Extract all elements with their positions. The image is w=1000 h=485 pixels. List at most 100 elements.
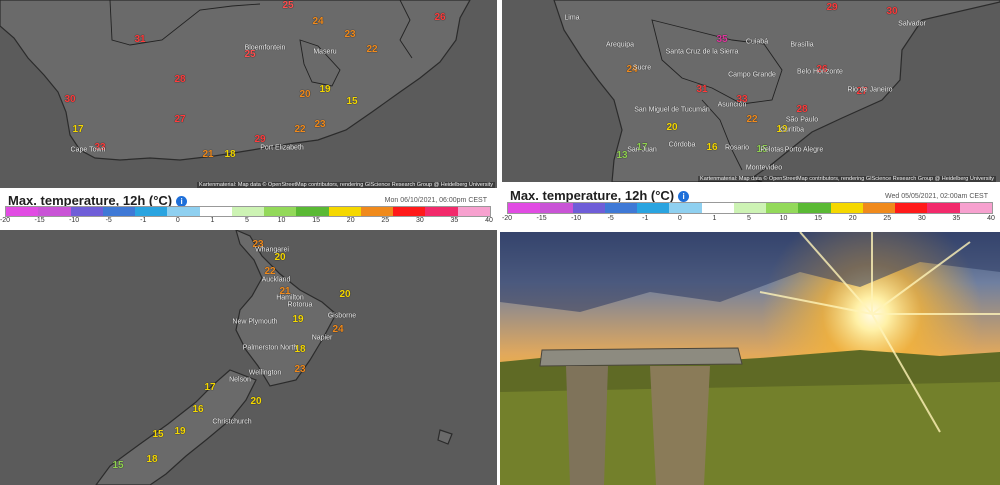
city-label: Bloemfontein <box>244 44 286 52</box>
temperature-label: 18 <box>224 149 236 160</box>
legend-swatch <box>393 207 426 216</box>
temperature-label: 15 <box>112 460 124 471</box>
legend-swatch <box>572 203 605 213</box>
city-label: Lima <box>564 14 580 22</box>
legend-tick-label: 1 <box>210 217 215 224</box>
temperature-label: 25 <box>244 49 256 60</box>
legend-swatch <box>959 203 992 213</box>
legend-swatch <box>927 203 960 213</box>
legend-tick-label: 5 <box>245 217 249 224</box>
city-label: Montevideo <box>745 164 783 172</box>
legend-swatch <box>6 207 39 216</box>
legend-swatch <box>199 207 232 216</box>
city-label: Hamilton <box>276 294 304 302</box>
temperature-label: 27 <box>174 114 186 125</box>
temperature-label: 31 <box>696 84 708 95</box>
legend-swatch <box>425 207 458 216</box>
legend-tick-label: 20 <box>346 217 355 224</box>
legend-title-text: Max. temperature, 12h (°C) <box>510 188 675 203</box>
legend-tick-label: 30 <box>415 217 424 224</box>
legend-tick-label: 15 <box>814 215 823 222</box>
temperature-label: 23 <box>344 29 356 40</box>
city-label: Napier <box>311 334 333 342</box>
legend-swatch <box>508 203 541 213</box>
legend-color-scale <box>507 202 993 214</box>
legend-tick-label: 15 <box>312 217 321 224</box>
city-label: Palmerston North <box>242 344 298 352</box>
legend-tick-label: 30 <box>917 215 926 222</box>
legend-color-scale <box>5 206 491 217</box>
legend-tick-label: -20 <box>501 215 513 222</box>
temperature-label: 23 <box>314 119 326 130</box>
sunset-photo <box>500 232 1000 485</box>
city-label: Campo Grande <box>728 71 776 79</box>
map-new-zealand[interactable]: 23 20 22 21 20 19 24 18 17 16 15 19 15 18 20 23 Whangar… <box>0 230 497 485</box>
temperature-label: 29 <box>254 134 266 145</box>
info-icon[interactable]: i <box>678 191 690 202</box>
temperature-label: 22 <box>264 266 276 277</box>
legend-swatch <box>862 203 896 213</box>
legend-tick-label: 5 <box>747 215 751 222</box>
legend-tick-label: 10 <box>277 217 286 224</box>
city-label: Sucre <box>632 64 652 72</box>
temperature-label: 30 <box>64 94 76 105</box>
temperature-label: 20 <box>274 252 286 263</box>
temperature-label: 20 <box>666 122 678 133</box>
legend-swatch <box>457 207 490 216</box>
legend-tick-label: -5 <box>607 215 614 222</box>
city-label: Cape Town <box>70 146 106 154</box>
legend-swatch <box>360 207 394 216</box>
legend-tick-label: -5 <box>105 217 112 224</box>
map-south-america[interactable]: Kartenmaterial: Map data © OpenStreetMap… <box>502 0 1000 182</box>
city-label: São Paulo <box>785 116 819 124</box>
legend-swatch <box>830 203 863 213</box>
city-label: Cuiabá <box>745 38 769 46</box>
map-south-africa[interactable]: Kartenmaterial: Map data © OpenStreetMap… <box>0 0 497 188</box>
legend-swatch <box>798 203 831 213</box>
legend-swatch <box>102 207 136 216</box>
temperature-label: 16 <box>706 142 718 153</box>
legend-tick-label: 25 <box>381 217 390 224</box>
legend-title: Max. temperature, 12h (°C) i <box>510 188 690 203</box>
temperature-label: 29 <box>826 2 838 13</box>
city-label: Wellington <box>248 369 282 377</box>
temperature-label: 25 <box>282 0 294 11</box>
temperature-label: 30 <box>886 6 898 17</box>
legend-south-africa: Max. temperature, 12h (°C) i Mon 06/10/20… <box>0 188 497 229</box>
temperature-label: 19 <box>174 426 186 437</box>
legend-tick-label: -1 <box>140 217 147 224</box>
legend-south-america: Max. temperature, 12h (°C) i Wed 05/05/20… <box>502 182 1000 230</box>
city-label: Rosario <box>724 144 750 152</box>
city-label: Maseru <box>313 48 337 56</box>
legend-date: Mon 06/10/2021, 06:00pm CEST <box>384 197 487 204</box>
legend-tick-label: 35 <box>952 215 961 222</box>
temperature-label: 15 <box>346 96 358 107</box>
temperature-label: 19 <box>292 314 304 325</box>
legend-tick-label: 25 <box>883 215 892 222</box>
temperature-label: 19 <box>319 84 331 95</box>
temperature-label: 20 <box>339 289 351 300</box>
legend-swatch <box>328 207 361 216</box>
legend-tick-label: 40 <box>987 215 995 222</box>
city-label: Pelotas <box>760 146 784 154</box>
legend-tick-label: 0 <box>175 217 180 224</box>
sunset-scene <box>500 232 1000 485</box>
legend-ticks: -20 -15 -10 -5 -1 0 1 5 10 15 20 25 30 35 40 <box>502 215 995 225</box>
temperature-label: 28 <box>796 104 808 115</box>
city-label: Whangarei <box>255 246 289 254</box>
legend-tick-label: 0 <box>677 215 682 222</box>
city-label: Brasília <box>790 41 814 49</box>
legend-swatch <box>766 203 799 213</box>
city-label: Arequipa <box>605 41 635 49</box>
city-label: Rotorua <box>287 301 313 309</box>
temperature-label: 26 <box>434 12 446 23</box>
legend-swatch <box>296 207 329 216</box>
temperature-label: 16 <box>192 404 204 415</box>
legend-tick-label: 40 <box>485 217 493 224</box>
city-label: Salvador <box>898 20 926 28</box>
temperature-label: 22 <box>294 124 306 135</box>
legend-tick-label: 1 <box>712 215 717 222</box>
legend-swatch <box>733 203 767 213</box>
legend-date: Wed 05/05/2021, 02:00am CEST <box>885 193 988 200</box>
temperature-label: 24 <box>312 16 324 27</box>
